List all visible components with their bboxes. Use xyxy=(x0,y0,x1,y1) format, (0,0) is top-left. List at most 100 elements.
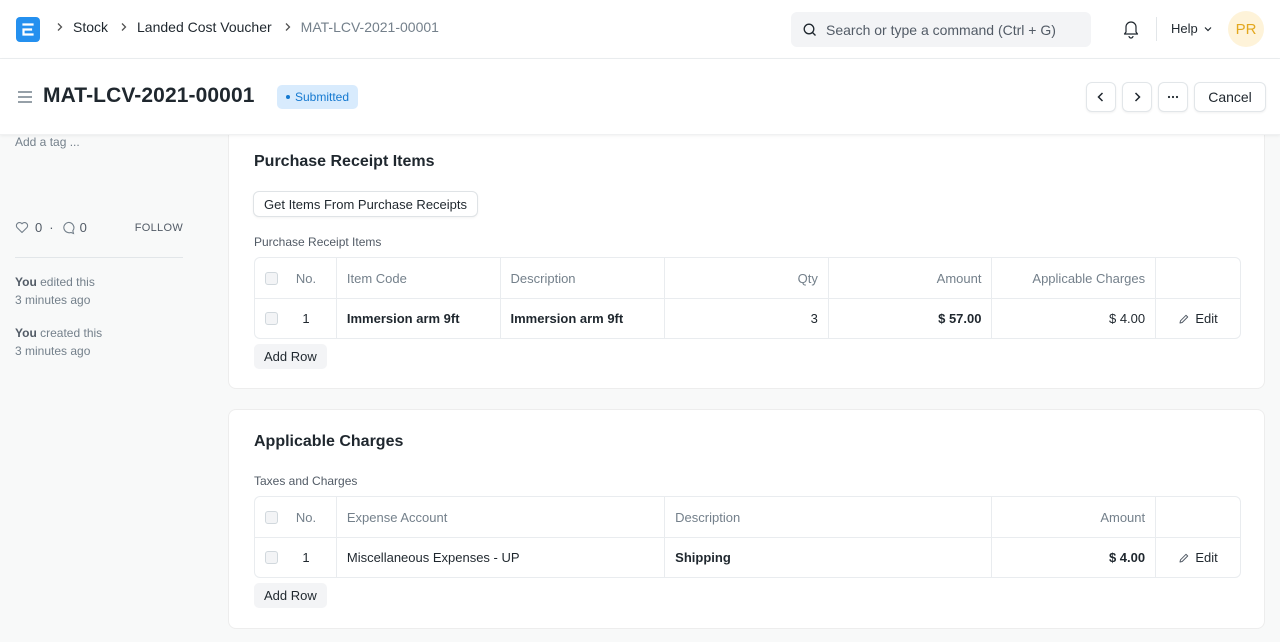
bell-icon xyxy=(1123,21,1139,39)
help-label: Help xyxy=(1171,21,1198,36)
activity-actor: You xyxy=(15,275,37,289)
table-label: Purchase Receipt Items xyxy=(254,235,382,249)
header-actions xyxy=(1156,258,1240,298)
header-description: Description xyxy=(501,258,666,298)
cell-description[interactable]: Immersion arm 9ft xyxy=(501,299,666,338)
search-input[interactable] xyxy=(826,21,1076,38)
breadcrumb: Stock Landed Cost Voucher MAT-LCV-2021-0… xyxy=(56,19,451,35)
edit-label: Edit xyxy=(1195,311,1218,326)
add-row-button[interactable]: Add Row xyxy=(254,344,327,369)
cell-qty[interactable]: 3 xyxy=(665,299,829,338)
more-actions-button[interactable] xyxy=(1158,82,1188,112)
sidebar-divider xyxy=(15,257,183,258)
likes-count: 0 xyxy=(35,220,43,235)
select-all-checkbox[interactable] xyxy=(265,510,278,524)
hamburger-icon xyxy=(18,91,32,103)
previous-doc-button[interactable] xyxy=(1086,82,1116,112)
cell-amount[interactable]: $ 57.00 xyxy=(829,299,993,338)
header-actions xyxy=(1156,497,1240,537)
row-no: 1 xyxy=(302,311,310,326)
heart-icon xyxy=(15,222,29,234)
header-amount: Amount xyxy=(992,497,1157,537)
table-label: Taxes and Charges xyxy=(254,474,358,488)
header-select-cell: No. xyxy=(255,497,337,537)
follow-button[interactable]: FOLLOW xyxy=(135,222,183,234)
user-avatar[interactable]: PR xyxy=(1228,11,1264,47)
taxes-and-charges-table: No. Expense Account Description Amount 1… xyxy=(254,496,1241,578)
status-label: Submitted xyxy=(295,90,350,104)
chevron-right-icon xyxy=(1134,92,1141,102)
chevron-right-icon xyxy=(284,22,292,32)
navbar: Stock Landed Cost Voucher MAT-LCV-2021-0… xyxy=(0,0,1280,59)
cancel-button[interactable]: Cancel xyxy=(1194,82,1266,112)
activity-actor: You xyxy=(15,326,37,340)
chevron-down-icon xyxy=(1204,26,1212,31)
row-checkbox[interactable] xyxy=(265,312,278,325)
cell-item-code[interactable]: Immersion arm 9ft xyxy=(337,299,501,338)
activity-time: 3 minutes ago xyxy=(15,293,91,307)
awesomebar-search[interactable] xyxy=(791,12,1091,47)
row-no: 1 xyxy=(302,550,310,565)
table-header-row: No. Item Code Description Qty Amount App… xyxy=(255,258,1240,298)
erpnext-logo-icon xyxy=(22,23,34,36)
page-head: MAT-LCV-2021-00001 Submitted Cancel xyxy=(0,59,1280,135)
purchase-receipt-items-section: Purchase Receipt Items Get Items From Pu… xyxy=(228,120,1265,389)
cell-description[interactable]: Shipping xyxy=(665,538,993,577)
section-title: Applicable Charges xyxy=(254,433,404,450)
header-expense-account: Expense Account xyxy=(337,497,666,537)
sidebar-toggle[interactable] xyxy=(17,90,33,107)
row-select-cell: 1 xyxy=(255,299,337,338)
comment-icon xyxy=(62,221,75,234)
page-title: MAT-LCV-2021-00001 xyxy=(43,84,255,107)
next-doc-button[interactable] xyxy=(1122,82,1152,112)
cell-applicable-charges[interactable]: $ 4.00 xyxy=(992,299,1157,338)
notifications-button[interactable] xyxy=(1122,19,1140,42)
row-select-cell: 1 xyxy=(255,538,337,577)
get-items-from-purchase-receipts-button[interactable]: Get Items From Purchase Receipts xyxy=(253,191,479,217)
activity-action: edited this xyxy=(40,275,95,289)
applicable-charges-section: Applicable Charges Taxes and Charges No.… xyxy=(228,409,1265,629)
add-tag-input[interactable]: Add a tag ... xyxy=(15,135,80,149)
breadcrumb-current[interactable]: MAT-LCV-2021-00001 xyxy=(301,19,439,35)
pencil-icon xyxy=(1179,553,1189,562)
app-logo[interactable] xyxy=(16,17,40,42)
table-header-row: No. Expense Account Description Amount xyxy=(255,497,1240,537)
chevron-left-icon xyxy=(1097,92,1104,102)
navbar-divider xyxy=(1156,17,1157,41)
row-edit-button[interactable]: Edit xyxy=(1156,538,1240,577)
status-badge: Submitted xyxy=(277,85,359,109)
header-qty: Qty xyxy=(665,258,829,298)
purchase-receipt-items-table: No. Item Code Description Qty Amount App… xyxy=(254,257,1241,339)
cell-amount[interactable]: $ 4.00 xyxy=(992,538,1157,577)
row-edit-button[interactable]: Edit xyxy=(1156,299,1240,338)
header-no: No. xyxy=(295,509,317,525)
header-item-code: Item Code xyxy=(337,258,501,298)
section-title: Purchase Receipt Items xyxy=(254,153,435,170)
activity-item: You created this 3 minutes ago xyxy=(15,324,102,360)
activity-time: 3 minutes ago xyxy=(15,344,91,358)
chevron-right-icon xyxy=(120,22,128,32)
activity-action: created this xyxy=(40,326,103,340)
table-row[interactable]: 1 Miscellaneous Expenses - UP Shipping $… xyxy=(255,537,1240,577)
header-amount: Amount xyxy=(829,258,993,298)
add-row-button[interactable]: Add Row xyxy=(254,583,327,608)
table-row[interactable]: 1 Immersion arm 9ft Immersion arm 9ft 3 … xyxy=(255,298,1240,338)
help-dropdown[interactable]: Help xyxy=(1171,21,1213,36)
edit-label: Edit xyxy=(1195,550,1218,565)
header-description: Description xyxy=(665,497,993,537)
chevron-right-icon xyxy=(56,22,64,32)
select-all-checkbox[interactable] xyxy=(265,271,278,285)
row-checkbox[interactable] xyxy=(265,551,278,564)
activity-item: You edited this 3 minutes ago xyxy=(15,273,95,309)
header-select-cell: No. xyxy=(255,258,337,298)
breadcrumb-landed-cost-voucher[interactable]: Landed Cost Voucher xyxy=(137,19,272,35)
cell-expense-account[interactable]: Miscellaneous Expenses - UP xyxy=(337,538,666,577)
search-icon xyxy=(803,23,816,36)
pencil-icon xyxy=(1179,314,1189,323)
status-dot-icon xyxy=(286,95,290,99)
comments-link[interactable]: 0 xyxy=(61,220,87,235)
like-button[interactable]: 0 xyxy=(15,220,42,235)
breadcrumb-stock[interactable]: Stock xyxy=(73,19,108,35)
likes-comments-row: 0 · 0 FOLLOW xyxy=(15,220,183,235)
more-horizontal-icon xyxy=(1167,95,1179,99)
